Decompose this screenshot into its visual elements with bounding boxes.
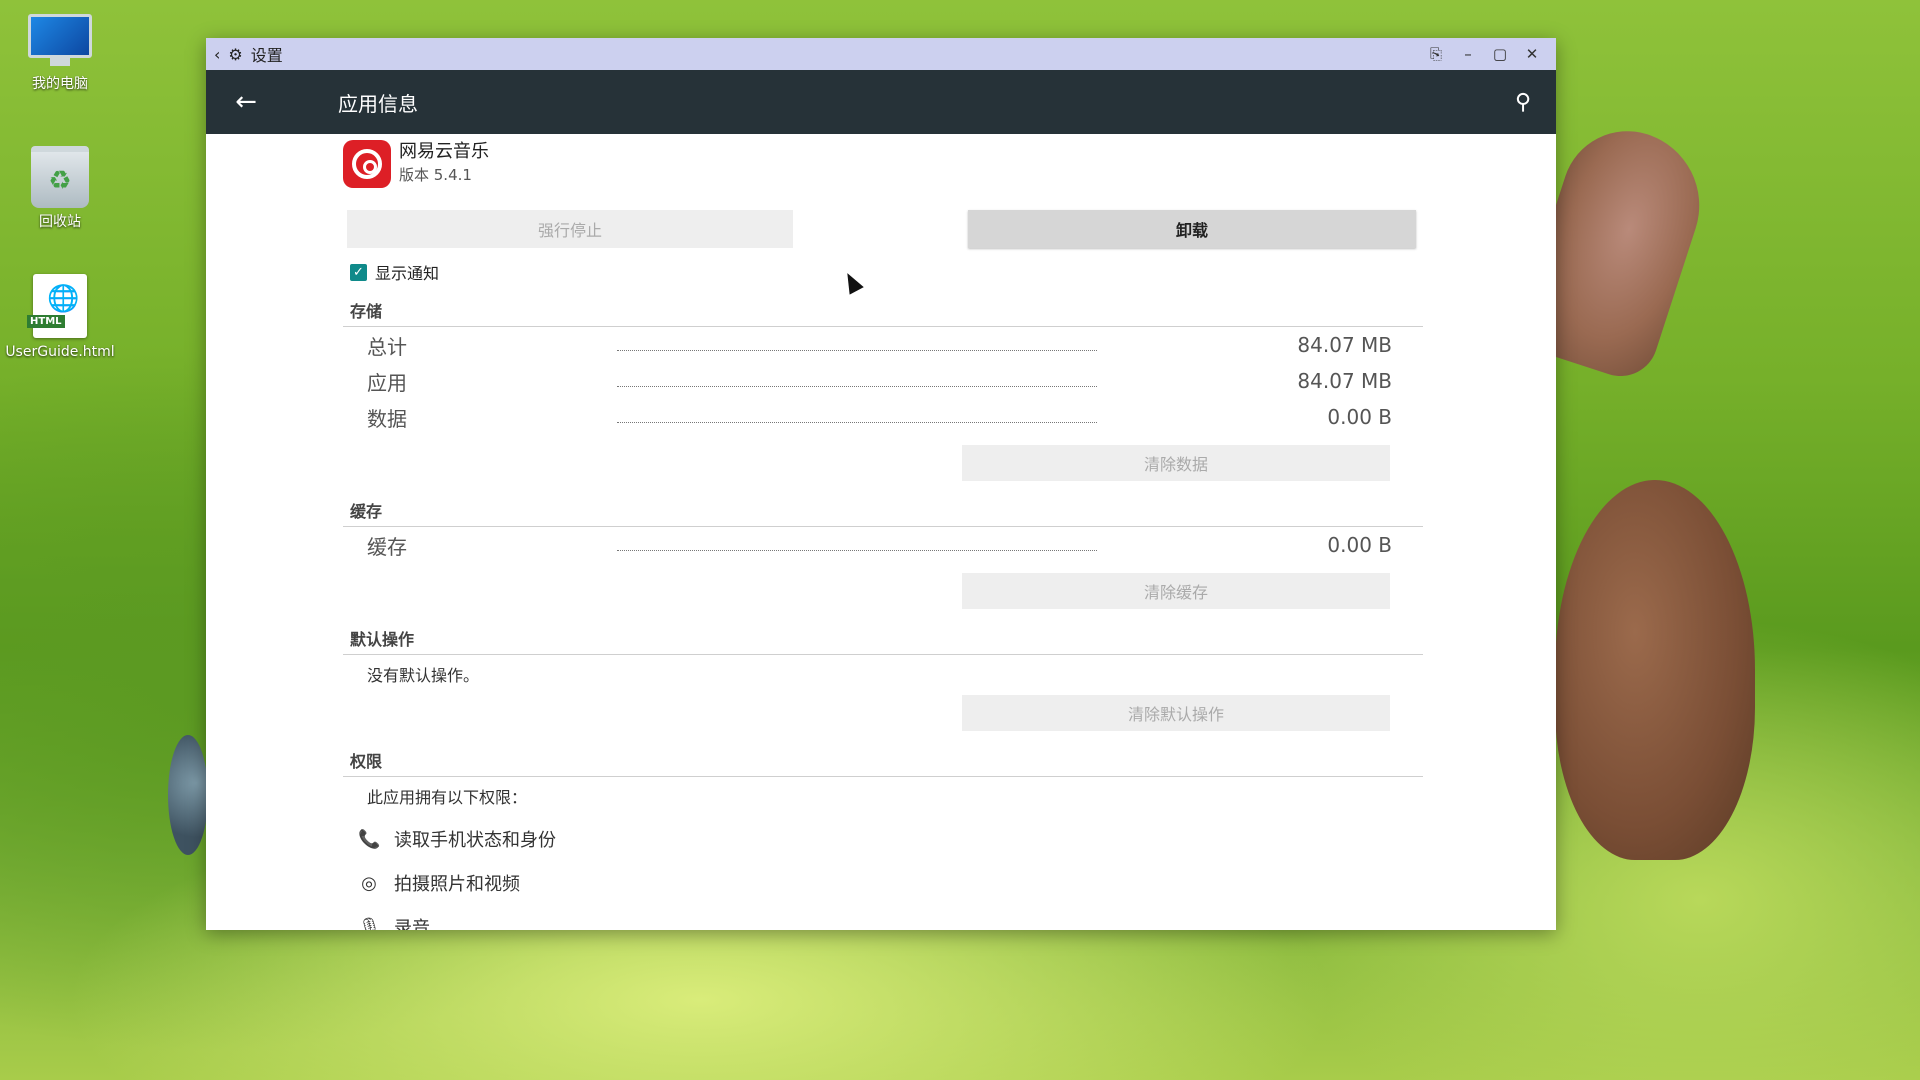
checkbox-checked-icon[interactable]: ✓ — [350, 263, 367, 281]
dotted-leader — [617, 549, 1097, 551]
storage-row: 总计 84.07 MB — [367, 330, 1417, 360]
clear-cache-button[interactable]: 清除缓存 — [962, 573, 1390, 609]
dotted-leader — [617, 349, 1097, 351]
recycle-bin-icon: ♻ — [31, 146, 89, 208]
camera-icon: ◎ — [361, 872, 377, 894]
window-titlebar[interactable]: ‹ ⚙ 设置 ⎘ – ▢ ✕ — [206, 38, 1556, 70]
cache-row-label: 缓存 — [367, 534, 407, 559]
desktop-icon-label: UserGuide.html — [5, 344, 115, 360]
phone-icon: 📞 — [358, 828, 381, 850]
app-info-content[interactable]: 网易云音乐 版本 5.4.1 强行停止 卸载 ✓ 显示通知 存储 总计 84.0… — [206, 134, 1556, 930]
desktop-icon-label: 我的电脑 — [32, 76, 88, 92]
storage-row-value: 84.07 MB — [1297, 333, 1392, 357]
computer-icon — [28, 14, 92, 70]
permission-item: 🎙 录音 — [358, 914, 430, 931]
app-bar: ← 应用信息 ⚲ — [206, 70, 1556, 134]
permission-item: 📞 读取手机状态和身份 — [358, 826, 556, 852]
maximize-icon[interactable]: ▢ — [1484, 45, 1516, 63]
cache-row: 缓存 0.00 B — [367, 530, 1417, 560]
storage-row: 数据 0.00 B — [367, 402, 1417, 432]
show-notification-label: 显示通知 — [375, 264, 440, 283]
permissions-note: 此应用拥有以下权限： — [367, 788, 528, 807]
app-name: 网易云音乐 — [399, 141, 489, 162]
search-icon[interactable]: ⚲ — [1498, 90, 1548, 115]
uninstall-button[interactable]: 卸载 — [968, 210, 1416, 248]
rotate-icon[interactable]: ⎘ — [1420, 45, 1452, 63]
storage-row-label: 数据 — [367, 406, 407, 431]
arrow-back-icon[interactable]: ← — [214, 87, 278, 117]
section-header-cache: 缓存 — [343, 498, 1423, 527]
html-file-icon: 🌐 HTML — [27, 274, 87, 338]
settings-window: ‹ ⚙ 设置 ⎘ – ▢ ✕ ← 应用信息 ⚲ 网易云音乐 版本 5.4.1 强… — [206, 38, 1556, 930]
storage-row: 应用 84.07 MB — [367, 366, 1417, 396]
clear-defaults-button[interactable]: 清除默认操作 — [962, 695, 1390, 731]
desktop-icon-label: 回收站 — [39, 214, 81, 230]
permission-label: 录音 — [394, 918, 430, 930]
minimize-icon[interactable]: – — [1452, 45, 1484, 63]
permission-label: 读取手机状态和身份 — [394, 830, 556, 851]
storage-row-label: 应用 — [367, 370, 407, 395]
cache-row-value: 0.00 B — [1327, 533, 1392, 557]
desktop-icon-userguide[interactable]: 🌐 HTML UserGuide.html — [5, 274, 115, 360]
storage-row-value: 84.07 MB — [1297, 369, 1392, 393]
window-title: 设置 — [250, 46, 283, 65]
netease-music-logo-icon — [343, 140, 391, 188]
desktop-icon-recycle-bin[interactable]: ♻ 回收站 — [5, 146, 115, 230]
show-notification-row[interactable]: ✓ 显示通知 — [350, 260, 439, 284]
desktop-icon-my-computer[interactable]: 我的电脑 — [5, 14, 115, 92]
defaults-note: 没有默认操作。 — [367, 666, 480, 685]
section-header-storage: 存储 — [343, 298, 1423, 327]
section-header-permissions: 权限 — [343, 748, 1423, 777]
storage-row-value: 0.00 B — [1327, 405, 1392, 429]
dotted-leader — [617, 421, 1097, 423]
permission-label: 拍摄照片和视频 — [394, 874, 520, 895]
settings-gear-icon: ⚙ — [228, 44, 243, 64]
force-stop-button[interactable]: 强行停止 — [347, 210, 793, 248]
page-title: 应用信息 — [338, 91, 418, 116]
microphone-icon: 🎙 — [358, 916, 381, 931]
dotted-leader — [617, 385, 1097, 387]
app-header: 网易云音乐 版本 5.4.1 — [343, 140, 489, 188]
section-header-defaults: 默认操作 — [343, 626, 1423, 655]
wallpaper-rabbit-body — [1555, 480, 1755, 860]
storage-row-label: 总计 — [367, 334, 407, 359]
app-version: 版本 5.4.1 — [399, 166, 472, 184]
clear-data-button[interactable]: 清除数据 — [962, 445, 1390, 481]
close-icon[interactable]: ✕ — [1516, 45, 1548, 63]
chevron-left-icon[interactable]: ‹ — [214, 45, 220, 64]
permission-item: ◎ 拍摄照片和视频 — [358, 870, 520, 896]
wallpaper-egg — [168, 735, 208, 855]
